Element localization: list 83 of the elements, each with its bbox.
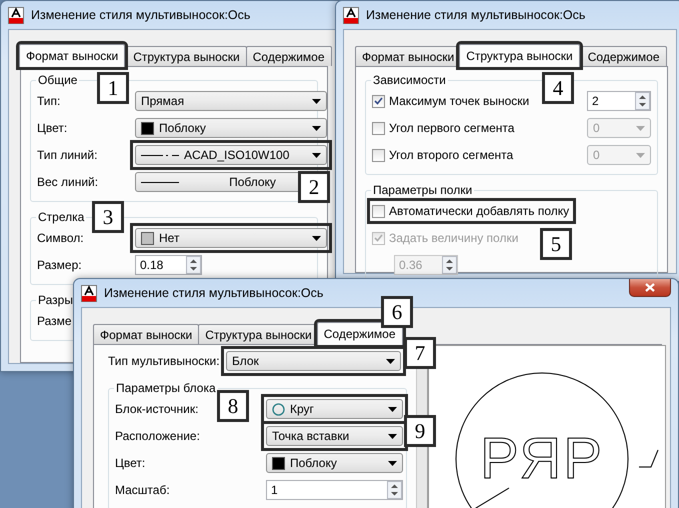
checkbox[interactable] [372, 148, 385, 162]
field-label: Тип линий: [37, 148, 98, 162]
app-icon [81, 284, 97, 302]
app-icon [8, 6, 24, 24]
checkbox[interactable] [372, 122, 385, 134]
field-label: Масштаб: [115, 483, 170, 497]
caret-icon [636, 126, 645, 130]
callout-tooltip: 4 [542, 72, 574, 104]
field-label: Разме [37, 314, 72, 328]
checkbox[interactable] [372, 204, 385, 218]
app-icon [343, 6, 359, 24]
color-swatch-icon [272, 456, 285, 470]
callout-tooltip: 2 [298, 171, 330, 203]
number-spinner[interactable]: 1 [266, 480, 403, 500]
tab[interactable]: Содержимое [316, 322, 403, 345]
dropdown[interactable]: Блок [226, 351, 401, 371]
dropdown[interactable]: Точка вставки [266, 426, 403, 446]
group-title: Параметры блока [115, 381, 217, 395]
callout-tooltip: 1 [97, 72, 129, 104]
dropdown[interactable]: Нет [135, 228, 327, 248]
caret-icon [636, 152, 645, 158]
dropdown[interactable]: Поблоку [135, 118, 327, 138]
checkbox-option[interactable]: Максимум точек выноски [372, 93, 532, 109]
callout-tooltip: 3 [92, 201, 124, 233]
tab[interactable]: Структура выноски [126, 46, 247, 66]
caret-icon [388, 434, 397, 438]
group-title: Разры [37, 293, 74, 307]
color-swatch-icon [141, 122, 154, 134]
color-swatch-icon [141, 232, 154, 244]
field-label: Расположение: [115, 429, 200, 443]
field-label: Цвет: [37, 121, 68, 135]
tab[interactable]: Содержимое [580, 46, 667, 66]
checkbox[interactable] [372, 94, 385, 108]
field-label: Размер: [37, 258, 82, 272]
field-label: Вес линий: [37, 175, 98, 189]
close-button[interactable] [629, 279, 671, 297]
checkbox-option[interactable]: Угол второго сегмента [372, 147, 516, 163]
caret-icon [312, 126, 321, 130]
checkbox-option[interactable]: Угол первого сегмента [372, 120, 516, 136]
caret-icon [312, 98, 321, 104]
callout-tooltip: 7 [404, 337, 436, 369]
tab[interactable]: Формат выноски [93, 324, 200, 344]
spin-arrows-icon[interactable] [635, 92, 650, 110]
group-title: Стрелка [37, 210, 86, 224]
tab[interactable]: Структура выноски [459, 44, 580, 67]
spin-arrows-icon[interactable] [186, 256, 201, 274]
field-label: Тип мультивыноски: [108, 354, 220, 368]
dropdown[interactable]: Поблоку [266, 453, 403, 473]
line-style-icon [141, 154, 179, 156]
dropdown[interactable]: Круг [266, 399, 403, 419]
window-title: Изменение стиля мультивыносок:Ось [31, 8, 250, 22]
group-title: Зависимости [372, 73, 447, 87]
caret-icon [388, 460, 397, 466]
tab[interactable]: Формат выноски [19, 44, 126, 67]
field-label: Символ: [37, 231, 84, 245]
dropdown[interactable]: Прямая [135, 91, 327, 111]
caret-icon [312, 152, 321, 158]
dropdown[interactable]: ACAD_ISO10W100 [135, 145, 327, 165]
line-weight-icon [141, 180, 179, 184]
circle-icon [272, 402, 285, 416]
caret-icon [388, 406, 397, 412]
window-title: Изменение стиля мультивыносок:Ось [366, 8, 586, 22]
checkmark-icon [374, 234, 383, 242]
caret-icon [386, 358, 395, 364]
callout-tooltip: 6 [381, 296, 413, 328]
checkmark-icon [374, 97, 383, 105]
callout-tooltip: 9 [404, 415, 436, 447]
spin-arrows-icon[interactable] [387, 481, 402, 499]
group-title: Общие [37, 73, 78, 87]
window-title: Изменение стиля мультивыносок:Ось [104, 286, 324, 300]
checkbox-option[interactable]: Автоматически добавлять полку [372, 203, 572, 219]
tab[interactable]: Содержимое [246, 46, 332, 66]
field-label: Блок-источник: [115, 402, 198, 416]
number-spinner[interactable]: 0.18 [135, 255, 202, 275]
preview-text: РЯР [480, 426, 604, 491]
field-label: Тип: [37, 94, 60, 108]
callout-tooltip: 5 [540, 228, 572, 260]
field-label: Цвет: [115, 456, 146, 470]
group-title: Параметры полки [372, 183, 474, 197]
callout-tooltip: 8 [217, 390, 249, 422]
caret-icon [312, 236, 321, 240]
number-spinner[interactable]: 2 [587, 91, 651, 111]
close-icon [645, 283, 655, 292]
